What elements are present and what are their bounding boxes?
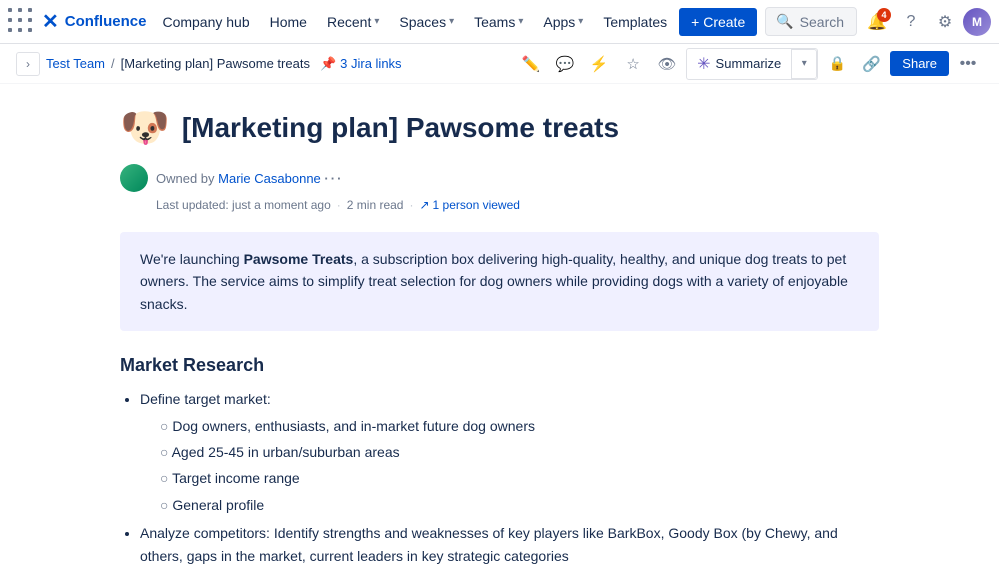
jira-links[interactable]: 📌 3 Jira links: [320, 56, 402, 72]
owner-prefix: Owned by: [156, 171, 218, 186]
section-heading-market-research: Market Research: [120, 355, 879, 376]
summarize-button[interactable]: ✳ Summarize: [687, 49, 791, 79]
list-item: General profile: [160, 494, 879, 516]
notification-badge: 4: [877, 8, 891, 22]
search-placeholder: Search: [800, 14, 844, 30]
summarize-dropdown[interactable]: ▾: [791, 49, 817, 79]
summarize-button-group: ✳ Summarize ▾: [686, 48, 818, 80]
list-item: Target income range: [160, 467, 879, 489]
star-icon[interactable]: ☆: [618, 49, 648, 79]
meta-row: Last updated: just a moment ago · 2 min …: [156, 198, 879, 212]
views-link[interactable]: ↗ 1 person viewed: [419, 198, 519, 212]
views-icon: ↗: [419, 198, 429, 212]
user-avatar[interactable]: M: [963, 8, 991, 36]
nav-item-spaces[interactable]: Spaces ▾: [391, 10, 462, 34]
toolbar-icons: ✏️ 💬 ⚡ ☆ 👁 ✳ Summarize ▾ 🔒 🔗 Share •••: [516, 48, 983, 80]
list-item: Dog owners, enthusiasts, and in-market f…: [160, 415, 879, 437]
author-options[interactable]: ···: [324, 171, 343, 186]
last-updated: Last updated: just a moment ago: [156, 198, 331, 212]
summarize-label: Summarize: [716, 56, 782, 71]
search-icon: 🔍: [776, 13, 793, 30]
settings-icon[interactable]: ⚙: [929, 6, 961, 38]
sidebar-toggle[interactable]: ›: [16, 52, 40, 76]
watch-icon[interactable]: 👁: [652, 49, 682, 79]
nav-item-templates[interactable]: Templates: [595, 10, 675, 34]
nav-item-apps[interactable]: Apps ▾: [535, 10, 591, 34]
help-icon[interactable]: ?: [895, 6, 927, 38]
list-item: Define target market: Dog owners, enthus…: [140, 388, 879, 516]
callout-bold: Pawsome Treats: [244, 251, 354, 267]
callout-prefix: We're launching: [140, 251, 244, 267]
notifications-icon[interactable]: 🔔 4: [861, 6, 893, 38]
read-time: 2 min read: [347, 198, 404, 212]
more-options-button[interactable]: •••: [953, 49, 983, 79]
nav-item-teams[interactable]: Teams ▾: [466, 10, 531, 34]
breadcrumb-team-link[interactable]: Test Team: [46, 56, 105, 71]
lock-icon[interactable]: 🔒: [822, 49, 852, 79]
list-item: Aged 25-45 in urban/suburban areas: [160, 441, 879, 463]
views-count: 1 person viewed: [433, 198, 520, 212]
author-link[interactable]: Marie Casabonne: [218, 171, 321, 186]
confluence-x-icon: ✕: [42, 9, 59, 34]
nav-item-company-hub[interactable]: Company hub: [154, 10, 257, 34]
author-row: Owned by Marie Casabonne ···: [120, 164, 879, 192]
sub-list: Dog owners, enthusiasts, and in-market f…: [140, 415, 879, 517]
comment-icon[interactable]: 💬: [550, 49, 580, 79]
confluence-logo[interactable]: ✕ Confluence: [42, 9, 146, 34]
jira-links-label: 3 Jira links: [340, 56, 401, 71]
list-item: Analyze competitors: Identify strengths …: [140, 522, 879, 567]
nav-icon-group: 🔔 4 ? ⚙ M: [861, 6, 991, 38]
author-avatar: [120, 164, 148, 192]
apps-chevron-icon: ▾: [578, 16, 583, 27]
nav-item-home[interactable]: Home: [262, 10, 315, 34]
market-research-list: Define target market: Dog owners, enthus…: [120, 388, 879, 572]
share-button[interactable]: Share: [890, 51, 949, 76]
summarize-asterisk-icon: ✳: [697, 54, 710, 74]
lightning-icon[interactable]: ⚡: [584, 49, 614, 79]
navbar: ✕ Confluence Company hub Home Recent ▾ S…: [0, 0, 999, 44]
recent-chevron-icon: ▾: [374, 16, 379, 27]
nav-item-recent[interactable]: Recent ▾: [319, 10, 387, 34]
breadcrumb-separator: /: [111, 56, 115, 71]
spaces-chevron-icon: ▾: [449, 16, 454, 27]
page-title-row: 🐶 [Marketing plan] Pawsome treats: [120, 108, 879, 148]
edit-icon[interactable]: ✏️: [516, 49, 546, 79]
confluence-logo-text: Confluence: [65, 13, 147, 30]
search-bar[interactable]: 🔍 Search: [765, 7, 857, 36]
jira-icon: 📌: [320, 56, 336, 72]
author-info: Owned by Marie Casabonne ···: [156, 171, 343, 186]
content-area: 🐶 [Marketing plan] Pawsome treats Owned …: [0, 84, 999, 572]
page-emoji: 🐶: [120, 108, 170, 148]
teams-chevron-icon: ▾: [518, 16, 523, 27]
breadcrumb-bar: › Test Team / [Marketing plan] Pawsome t…: [0, 44, 999, 84]
breadcrumb-current-page: [Marketing plan] Pawsome treats: [121, 56, 310, 71]
page-title: [Marketing plan] Pawsome treats: [182, 112, 619, 144]
link-icon[interactable]: 🔗: [856, 49, 886, 79]
callout-box: We're launching Pawsome Treats, a subscr…: [120, 232, 879, 331]
apps-grid-icon[interactable]: [8, 6, 36, 38]
create-button[interactable]: + Create: [679, 8, 757, 36]
